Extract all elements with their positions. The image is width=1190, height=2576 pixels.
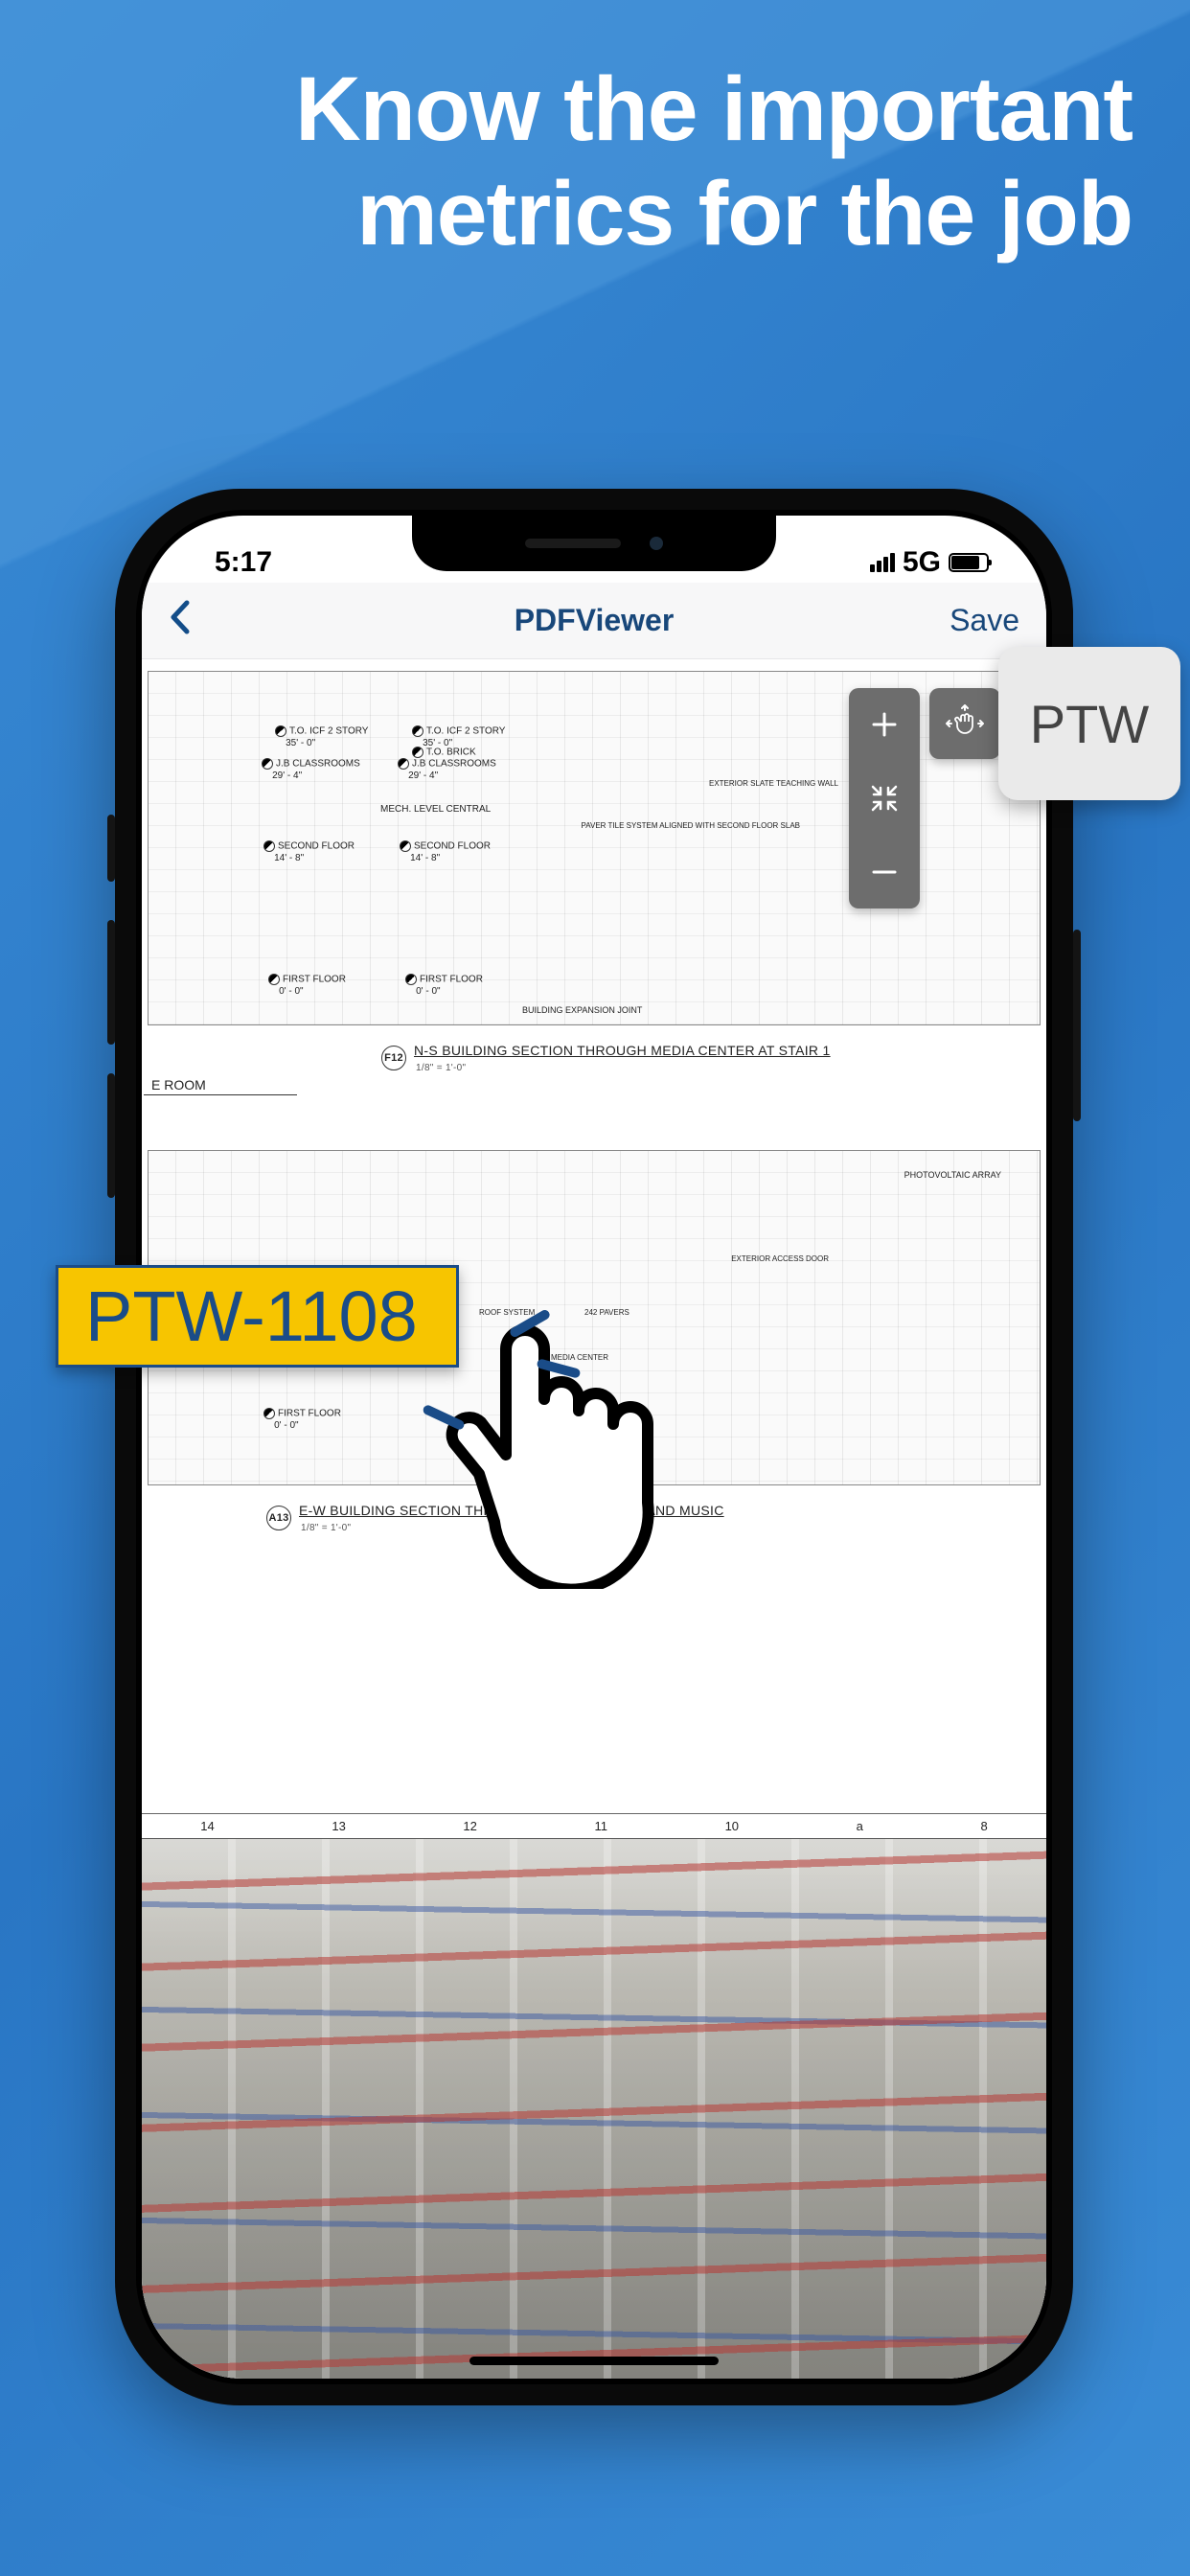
ptw-tool-chip[interactable]: PTW [998,647,1180,800]
fit-screen-button[interactable] [849,762,920,836]
nav-title: PDFViewer [264,603,924,638]
network-label: 5G [903,546,941,579]
promo-headline: Know the important metrics for the job [0,0,1190,267]
minus-icon [870,858,899,886]
zoom-in-button[interactable] [849,688,920,762]
device-notch [412,516,776,571]
zoom-panel [849,688,920,908]
section-caption: F12 N-S BUILDING SECTION THROUGH MEDIA C… [343,1039,1046,1083]
hand-move-icon [946,704,984,743]
pan-button[interactable] [929,688,1000,759]
plus-icon [870,710,899,739]
battery-icon [949,553,989,572]
save-button[interactable]: Save [924,603,1019,638]
tap-cursor-overlay [431,1311,680,1594]
render-preview[interactable]: 14 13 12 11 10 a 8 [142,1813,1046,2379]
collapse-icon [870,784,899,813]
room-label: E ROOM [151,1077,206,1092]
nav-bar: PDFViewer Save [142,583,1046,659]
cellular-signal-icon [870,553,895,572]
back-button[interactable] [169,597,264,645]
zoom-out-button[interactable] [849,835,920,908]
home-indicator[interactable] [469,2357,719,2365]
ruler: 14 13 12 11 10 a 8 [142,1814,1046,1839]
annotation-label[interactable]: PTW-1108 [56,1265,459,1368]
pointer-hand-icon [431,1311,680,1589]
chevron-left-icon [169,600,190,634]
